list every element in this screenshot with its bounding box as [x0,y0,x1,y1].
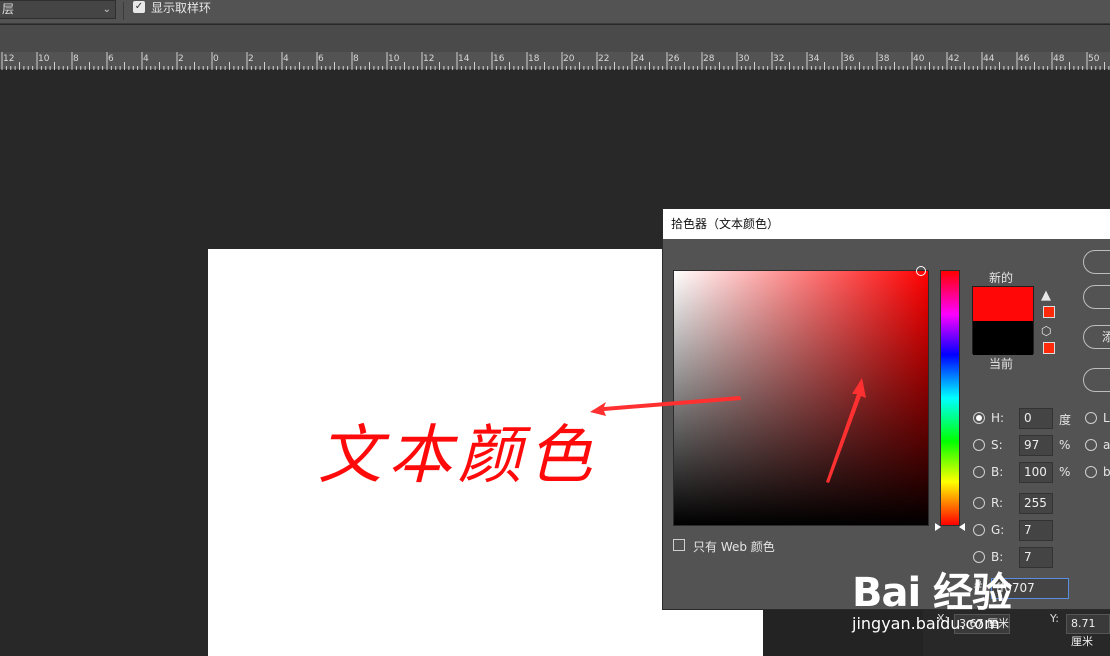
green-key: G: [991,523,1005,537]
ruler-label: 28 [703,54,715,64]
ruler-label: 6 [318,54,324,64]
ruler-label: 10 [38,54,50,64]
saturation-brightness-field[interactable] [673,266,929,526]
ruler-label: 4 [283,54,289,64]
hue-radio[interactable] [973,412,985,424]
divider [123,2,124,20]
lab-b-key: b [1103,465,1110,479]
ruler-label: 46 [1018,54,1030,64]
saturation-input[interactable]: 97 [1019,435,1053,456]
chevron-down-icon: ⌄ [102,4,111,15]
color-selector-ring[interactable] [916,266,926,276]
ruler-label: 24 [633,54,645,64]
y-coord-label: Y: [1050,612,1059,625]
ruler-label: 30 [738,54,750,64]
ruler-label: 2 [248,54,254,64]
ruler-label: 22 [598,54,610,64]
dialog-title: 拾色器（文本颜色） [663,209,1110,239]
ruler-label: 12 [3,54,15,64]
layer-dropdown[interactable]: 层 ⌄ [0,0,116,19]
watermark-url: jingyan.baidu.com [852,614,1000,633]
hue-slider-right-handle[interactable] [959,523,965,531]
ruler-label: 10 [388,54,400,64]
red-input[interactable]: 255 [1019,493,1053,514]
green-input[interactable]: 7 [1019,520,1053,541]
current-color-swatch[interactable] [973,321,1033,355]
saturation-radio[interactable] [973,439,985,451]
ruler-label: 32 [773,54,785,64]
out-of-gamut-warning-icon[interactable]: ▲ [1041,288,1051,303]
hue-unit: 度 [1059,413,1072,427]
hue-key: H: [991,411,1005,425]
ruler-label: 50 [1088,54,1100,64]
ruler-label: 20 [563,54,575,64]
lab-l-radio[interactable] [1085,412,1097,424]
color-compare-swatch [972,286,1034,355]
ruler-label: 16 [493,54,505,64]
show-sampling-ring-label: 显示取样环 [151,1,212,15]
green-radio[interactable] [973,524,985,536]
ruler-label: 8 [353,54,359,64]
y-coord-value[interactable]: 8.71 厘米 [1066,614,1110,648]
brightness-radio[interactable] [973,466,985,478]
saturation-unit: % [1059,438,1071,452]
web-safe-warning-icon[interactable]: ⬡ [1041,324,1051,338]
ruler-label: 2 [178,54,184,64]
color-libraries-button[interactable] [1083,368,1110,392]
red-radio[interactable] [973,497,985,509]
options-bar: 层 ⌄ ✓ 显示取样环 [0,0,1110,24]
lab-a-radio[interactable] [1085,439,1097,451]
new-color-label: 新的 [989,271,1014,285]
horizontal-ruler: 12 10 8 6 4 2 0 2 4 6 8 10 12 14 16 18 20 22 24 26 28 30 32 34 3… [0,52,1110,70]
current-color-label: 当前 [989,357,1014,371]
watermark-logo-text: Bai 经验 [852,570,1012,616]
red-key: R: [991,496,1004,510]
new-color-swatch [973,287,1033,321]
ruler-label: 36 [843,54,855,64]
blue-input[interactable]: 7 [1019,547,1053,568]
show-sampling-ring-checkbox[interactable]: ✓ [133,1,145,13]
add-to-swatches-label: 添 [1102,330,1110,344]
tab-strip [0,25,1110,52]
ok-button[interactable] [1083,250,1110,274]
web-colors-only-label: 只有 Web 颜色 [693,540,775,554]
hue-slider[interactable] [935,270,965,531]
ruler-label: 4 [143,54,149,64]
web-colors-only-checkbox[interactable] [673,539,685,551]
ruler-label: 18 [528,54,540,64]
lab-b-radio[interactable] [1085,466,1097,478]
ruler-label: 40 [913,54,925,64]
ruler-label: 38 [878,54,890,64]
saturation-key: S: [991,438,1003,452]
cancel-button[interactable] [1083,285,1110,309]
brightness-key: B: [991,465,1004,479]
web-safe-color-chip[interactable] [1043,342,1055,354]
ruler-label: 14 [458,54,470,64]
add-to-swatches-button[interactable]: 添 [1083,325,1110,349]
brightness-input[interactable]: 100 [1019,462,1053,483]
lab-a-key: a [1103,438,1110,452]
ruler-label: 34 [808,54,820,64]
ruler-ticks [1,52,1110,70]
baidu-watermark: Bai 经验 jingyan.baidu.com [852,560,1012,633]
ruler-label: 6 [108,54,114,64]
brightness-unit: % [1059,465,1071,479]
ruler-label: 8 [73,54,79,64]
canvas-text-layer[interactable]: 文本颜色 [318,404,598,496]
ruler-label: 12 [423,54,435,64]
ruler-label: 0 [213,54,219,64]
ruler-label: 42 [948,54,960,64]
gamut-color-chip[interactable] [1043,306,1055,318]
lab-l-key: L [1103,411,1110,425]
ruler-label: 26 [668,54,680,64]
hue-slider-left-handle[interactable] [935,523,941,531]
hue-input[interactable]: 0 [1019,408,1053,429]
ruler-label: 44 [983,54,995,64]
color-picker-dialog: 拾色器（文本颜色） 新的 当前 ▲ ⬡ H: 0 度 S: 97 % B: 10… [662,208,1110,610]
layer-dropdown-value: 层 [2,2,15,16]
ruler-label: 48 [1053,54,1065,64]
